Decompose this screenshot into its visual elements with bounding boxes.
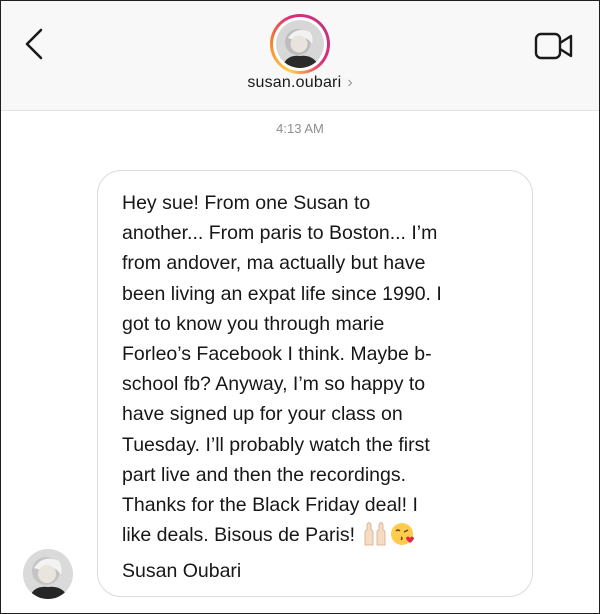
message-timestamp: 4:13 AM [276,121,324,136]
message-signature: Susan Oubari [122,560,242,583]
chat-header: susan.oubari › [0,0,600,111]
message-bubble[interactable]: Hey sue! From one Susan to another... Fr… [97,170,533,597]
message-text: Hey sue! From one Susan to another... Fr… [122,188,508,587]
chevron-left-icon [25,28,43,60]
username-link[interactable]: susan.oubari › [0,74,600,92]
face-blowing-kiss-emoji-icon [390,521,416,556]
chevron-right-icon: › [347,74,353,91]
back-button[interactable] [14,24,54,64]
message-body: Hey sue! From one Susan to another... Fr… [122,192,442,547]
raising-hands-emoji-icon [362,521,388,556]
username: susan.oubari [247,74,342,91]
video-camera-icon [534,32,573,60]
sender-avatar[interactable] [23,549,73,599]
avatar [276,20,324,68]
profile-avatar-ring[interactable] [270,14,330,74]
video-call-button[interactable] [532,28,576,64]
